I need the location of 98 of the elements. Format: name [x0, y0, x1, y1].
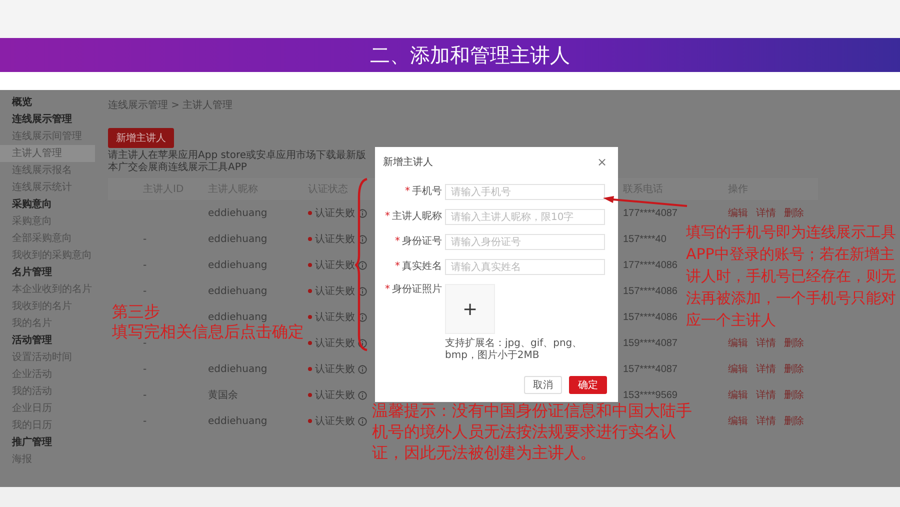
action-link[interactable]: 详情 [756, 388, 776, 402]
info-icon[interactable] [358, 338, 367, 348]
info-icon[interactable] [358, 286, 367, 296]
status-text: 认证失败 [315, 258, 355, 272]
status-text: 认证失败 [315, 284, 355, 298]
action-link[interactable]: 详情 [756, 336, 776, 350]
status-dot-icon [308, 315, 312, 319]
table-cell: 157****40 [623, 234, 666, 244]
sidebar-group-heading[interactable]: 活动管理 [0, 332, 95, 349]
action-link[interactable]: 删除 [784, 388, 804, 402]
input-field[interactable]: 请输入身份证号 [445, 234, 605, 250]
field-label: 手机号 [412, 186, 442, 198]
breadcrumb: 连线展示管理 > 主讲人管理 [108, 98, 233, 113]
table-cell: 159****4087 [623, 338, 678, 348]
annotation-text: 填写的手机号即为连线展示工具APP中登录的账号；若在新增主讲人时，手机号已经存在，则无法再被添加，一个手机号只能对应一个主讲人 [686, 222, 897, 331]
action-link[interactable]: 删除 [784, 362, 804, 376]
required-mark: * [385, 211, 390, 223]
annotation-text: 温馨提示：没有中国身份证信息和中国大陆手机号的境外人员无法按法规要求进行实名认证，因此无法被创建为主讲人。 [372, 400, 693, 463]
required-mark: * [385, 284, 390, 296]
input-field[interactable]: 请输入真实姓名 [445, 259, 605, 275]
field-label: 真实姓名 [402, 261, 442, 273]
sidebar-group-heading[interactable]: 概览 [0, 94, 95, 111]
required-mark: * [395, 236, 400, 248]
table-cell: 157****4087 [623, 364, 678, 374]
slide-title: 二、添加和管理主讲人 [370, 42, 570, 68]
status-dot-icon [308, 211, 312, 215]
action-link[interactable]: 编辑 [728, 388, 748, 402]
table-cell: 157****4086 [623, 286, 678, 296]
table-cell: 153****9569 [623, 390, 678, 400]
table-cell: - [143, 364, 147, 374]
table-cell: eddiehuang [208, 208, 268, 218]
close-button[interactable]: × [596, 155, 607, 169]
table-cell: eddiehuang [208, 286, 268, 296]
confirm-button[interactable]: 确定 [569, 376, 607, 394]
table-cell-text: 黄国余 [208, 388, 238, 402]
status-dot-icon [308, 237, 312, 241]
sidebar-group-heading[interactable]: 连线展示管理 [0, 111, 95, 128]
required-mark: * [405, 186, 410, 198]
status-dot-icon [308, 419, 312, 423]
upload-button[interactable]: + [445, 284, 495, 334]
table-cell: eddiehuang [208, 416, 268, 426]
status-dot-icon [308, 367, 312, 371]
status-dot-icon [308, 393, 312, 397]
status-text: 认证失败 [315, 336, 355, 350]
table-cell: - [143, 390, 147, 400]
status-text: 认证失败 [315, 206, 355, 220]
input-field[interactable]: 请输入主讲人昵称，限10字 [445, 209, 605, 225]
status-text: 认证失败 [315, 414, 355, 428]
action-link[interactable]: 编辑 [728, 206, 748, 220]
info-icon[interactable] [358, 312, 367, 322]
action-link[interactable]: 编辑 [728, 414, 748, 428]
sidebar-group-heading[interactable]: 名片管理 [0, 264, 95, 281]
table-cell: - [143, 286, 147, 296]
info-icon[interactable] [358, 260, 367, 270]
action-link[interactable]: 删除 [784, 414, 804, 428]
dialog-title: 新增主讲人 [383, 156, 433, 169]
sidebar-group-heading[interactable]: 采购意向 [0, 196, 95, 213]
table-cell: - [143, 260, 147, 270]
add-speaker-button[interactable]: 新增主讲人 [108, 128, 174, 148]
action-link[interactable]: 编辑 [728, 336, 748, 350]
cancel-button[interactable]: 取消 [524, 376, 562, 394]
action-link[interactable]: 详情 [756, 362, 776, 376]
table-cell: eddiehuang [208, 260, 268, 270]
field-label: 身份证号 [402, 236, 442, 248]
status-text: 认证失败 [315, 310, 355, 324]
status-dot-icon [308, 341, 312, 345]
required-mark: * [395, 261, 400, 273]
action-link[interactable]: 编辑 [728, 362, 748, 376]
annotation-line: 第三步 [112, 302, 160, 322]
action-link[interactable]: 删除 [784, 336, 804, 350]
status-text: 认证失败 [315, 362, 355, 376]
field-label: 主讲人昵称 [392, 211, 442, 223]
action-link[interactable]: 详情 [756, 414, 776, 428]
status-dot-icon [308, 263, 312, 267]
info-icon[interactable] [358, 390, 367, 400]
input-field[interactable]: 请输入手机号 [445, 184, 605, 200]
info-icon[interactable] [358, 416, 367, 426]
action-link[interactable]: 删除 [784, 206, 804, 220]
status-dot-icon [308, 289, 312, 293]
table-cell: eddiehuang [208, 312, 268, 322]
table-cell: 157****4086 [623, 312, 678, 322]
status-text: 认证失败 [315, 388, 355, 402]
action-link[interactable]: 详情 [756, 206, 776, 220]
sidebar-group-heading[interactable]: 推广管理 [0, 434, 95, 451]
notice-text: 请主讲人在苹果应用App store或安卓应用市场下载最新版本广交会展商连线展示工具APP [108, 150, 368, 174]
status-text: 认证失败 [315, 232, 355, 246]
table-cell: eddiehuang [208, 364, 268, 374]
sidebar-item[interactable]: 主讲人管理 [0, 145, 95, 162]
info-icon[interactable] [358, 208, 367, 218]
info-icon[interactable] [358, 364, 367, 374]
table-cell: eddiehuang [208, 234, 268, 244]
table-cell: - [143, 416, 147, 426]
upload-hint: 支持扩展名：jpg、gif、png、bmp，图片小于2MB [445, 338, 584, 362]
table-cell: 177****4086 [623, 260, 678, 270]
field-label: 身份证照片 [392, 284, 442, 296]
info-icon[interactable] [358, 234, 367, 244]
table-cell: - [143, 234, 147, 244]
table-cell: 177****4087 [623, 208, 678, 218]
